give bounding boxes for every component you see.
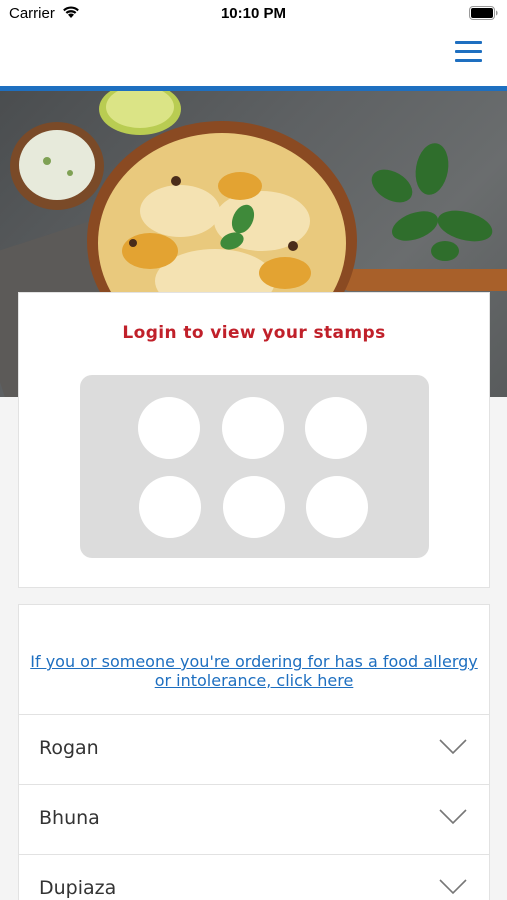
- status-bar: Carrier 10:10 PM: [0, 0, 507, 28]
- status-time: 10:10 PM: [220, 5, 287, 22]
- stamp-card-title: Login to view your stamps: [122, 323, 386, 343]
- stamp-slot: [306, 476, 368, 538]
- stamp-grid: [80, 375, 429, 558]
- menu-card: If you or someone you're ordering for ha…: [18, 604, 490, 900]
- hamburger-menu-icon[interactable]: [455, 39, 483, 65]
- menu-category-label: Dupiaza: [39, 877, 117, 899]
- chevron-down-icon: [439, 809, 467, 825]
- battery-icon: [469, 6, 498, 20]
- stamp-slot: [139, 476, 201, 538]
- allergy-info-link[interactable]: If you or someone you're ordering for ha…: [29, 652, 479, 690]
- chevron-down-icon: [439, 739, 467, 755]
- menu-category-dupiaza[interactable]: Dupiaza: [19, 854, 489, 900]
- menu-category-rogan[interactable]: Rogan: [19, 714, 489, 784]
- chevron-down-icon: [439, 879, 467, 895]
- navigation-bar: [0, 28, 507, 86]
- menu-category-bhuna[interactable]: Bhuna: [19, 784, 489, 854]
- stamp-slot: [305, 397, 367, 459]
- menu-category-label: Rogan: [39, 737, 99, 759]
- stamp-slot: [138, 397, 200, 459]
- stamp-slot: [223, 476, 285, 538]
- menu-category-label: Bhuna: [39, 807, 100, 829]
- stamp-card: Login to view your stamps: [18, 292, 490, 588]
- stamp-slot: [222, 397, 284, 459]
